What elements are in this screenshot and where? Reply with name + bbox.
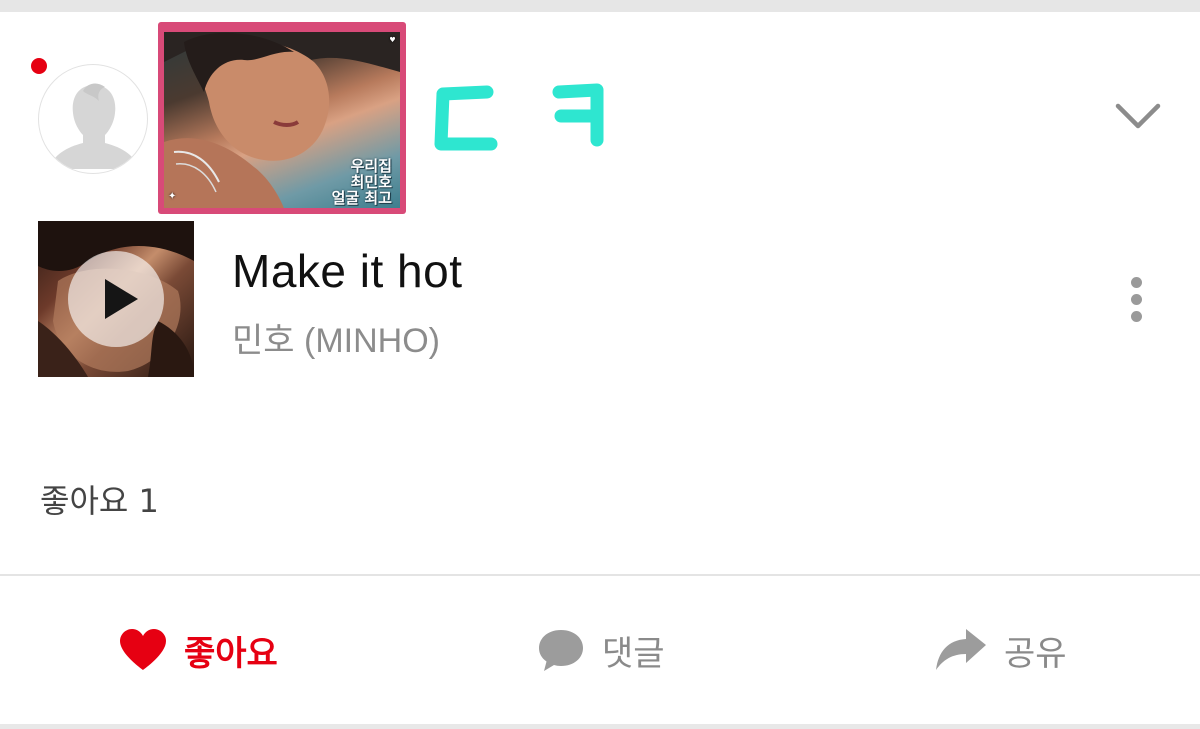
avatar[interactable]	[38, 64, 148, 174]
more-dot	[1131, 294, 1142, 305]
chevron-down-icon[interactable]	[1112, 96, 1164, 136]
like-button[interactable]: 좋아요	[118, 618, 278, 682]
sticker-logo: ✦	[168, 191, 177, 202]
track-artist[interactable]: 민호 (MINHO)	[232, 313, 440, 362]
photo-sticker: ♥ ✦ 우리집 최민호 얼굴 최고	[158, 22, 406, 214]
bottom-divider-strip	[0, 724, 1200, 729]
album-cover[interactable]	[38, 221, 194, 377]
actions-divider	[0, 574, 1200, 576]
more-dot	[1131, 277, 1142, 288]
more-dot	[1131, 311, 1142, 322]
more-vertical-icon[interactable]	[1122, 272, 1152, 328]
sticker-top-note: ♥	[389, 36, 396, 44]
sticker-caption: 우리집 최민호 얼굴 최고	[332, 158, 392, 206]
share-arrow-icon	[936, 629, 986, 670]
heart-icon	[120, 629, 166, 670]
comment-button[interactable]: 댓글	[536, 618, 665, 682]
sticker-photo: ♥ ✦ 우리집 최민호 얼굴 최고	[164, 32, 400, 208]
default-user-icon	[49, 83, 139, 169]
share-button[interactable]: 공유	[934, 618, 1067, 682]
play-icon	[105, 279, 138, 319]
sticker-caption-line: 최민호	[350, 173, 392, 191]
likes-summary[interactable]: 좋아요 1	[40, 476, 159, 522]
sticker-caption-line: 우리집	[350, 157, 392, 175]
top-divider-strip	[0, 0, 1200, 12]
handwritten-doodle	[434, 83, 604, 151]
speech-bubble-icon	[539, 630, 583, 671]
like-label: 좋아요	[184, 633, 278, 674]
play-button[interactable]	[68, 251, 164, 347]
comment-label: 댓글	[602, 633, 665, 674]
sticker-caption-line: 얼굴 최고	[331, 189, 392, 207]
share-label: 공유	[1004, 633, 1067, 674]
track-title[interactable]: Make it hot	[232, 244, 463, 298]
